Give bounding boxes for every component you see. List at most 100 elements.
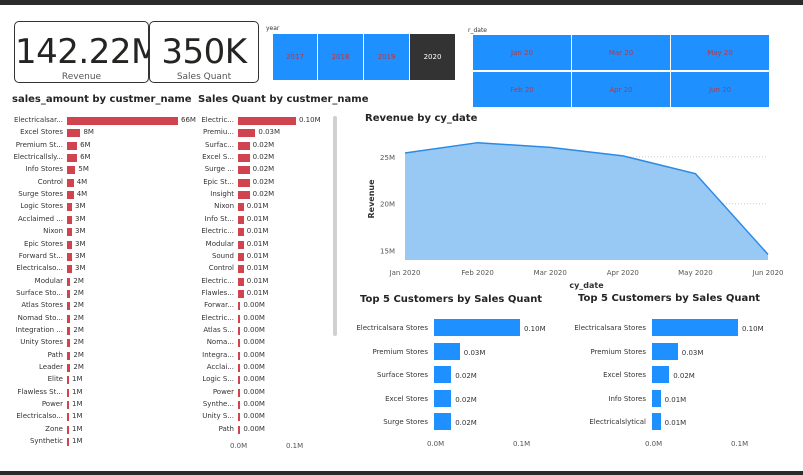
bar [238, 166, 250, 175]
bar-label: Logic S... [202, 375, 234, 384]
bar-label: Surfac... [204, 140, 234, 149]
bar [67, 339, 71, 348]
bar [67, 388, 69, 397]
bar [67, 252, 73, 261]
bar-label: Forwar... [204, 301, 234, 310]
bar-label: Nixon [214, 202, 234, 211]
x-axis-label: cy_date [569, 281, 604, 290]
bar-label: Power [212, 387, 234, 396]
bar-label: Epic Stores [23, 239, 63, 248]
bar-label: Info Stores [25, 165, 63, 174]
x-tick: Mar 2020 [534, 269, 567, 277]
bar-value: 3M [75, 227, 86, 236]
category-label: Electricalslytical [589, 418, 646, 426]
bar-value: 0.02M [455, 395, 477, 404]
bar [238, 401, 241, 410]
date-slicer-title: r_date [468, 27, 487, 34]
x-tick: 0.0M [645, 440, 663, 448]
bar [67, 302, 71, 311]
year-option-2020[interactable]: 2020 [410, 34, 456, 80]
bar-value: 0.00M [243, 350, 265, 359]
date-option-feb20[interactable]: Feb 20 [472, 71, 572, 108]
category-label: Surge Stores [383, 418, 428, 426]
bar-label: Synthetic [29, 437, 63, 446]
category-label: Excel Stores [385, 394, 428, 403]
bar-value: 0.00M [243, 363, 265, 371]
y-tick: 20M [380, 201, 395, 209]
x-tick: 0.0M [427, 440, 445, 448]
bar [67, 191, 74, 200]
bar [238, 364, 241, 372]
bar-value: 3M [75, 214, 86, 223]
bar-value: 1M [72, 387, 83, 396]
bar [238, 117, 296, 125]
bar-label: Electric... [201, 227, 234, 236]
bar-label: Integration ... [15, 325, 63, 334]
date-option-may20[interactable]: May 20 [670, 34, 770, 71]
bar [67, 326, 71, 335]
bar-label: Unity S... [202, 412, 234, 421]
bar-label: Zone [45, 424, 63, 433]
bar [238, 129, 256, 138]
year-option-2017[interactable]: 2017 [273, 34, 318, 80]
category-label: Surface Stores [376, 371, 428, 379]
revenue-chart-title: Revenue by cy_date [365, 113, 478, 124]
bar-value: 0.10M [524, 325, 546, 333]
bar [238, 141, 250, 150]
bar-value: 0.00M [243, 338, 265, 347]
bar [238, 339, 241, 348]
sales-quant-scrollbar[interactable] [333, 116, 337, 336]
revenue-area-chart: 25M 20M 15M Jan 2020 Feb 2020 Mar 2020 Apr 202… [367, 141, 783, 290]
bar-label: Acclaimed ... [17, 214, 63, 223]
sales-amount-chart: Electricalsar... 66M Excel Stores 8M Premium… [0, 110, 200, 460]
date-option-jan20[interactable]: Jan 20 [472, 34, 572, 71]
bar [67, 265, 73, 274]
category-label: Excel Stores [603, 371, 646, 379]
bar-label: Electricalsar... [13, 116, 63, 124]
x-tick: 0.1M [286, 442, 304, 450]
bar [67, 289, 71, 298]
bar-label: Power [41, 400, 63, 409]
date-option-jun20[interactable]: Jun 20 [670, 71, 770, 108]
bar-value: 0.01M [664, 395, 687, 404]
bar [67, 240, 73, 249]
bar [238, 314, 241, 323]
year-option-2018[interactable]: 2018 [318, 34, 364, 80]
bar [238, 388, 241, 397]
bar-value: 3M [75, 202, 86, 211]
bar-label: Forward St... [18, 251, 63, 260]
bar-label: Electric... [201, 276, 234, 285]
bar-value: 0.01M [246, 202, 269, 211]
bar [67, 351, 71, 360]
bar [67, 117, 178, 125]
bar-label: Integra... [202, 350, 234, 359]
bar [652, 413, 661, 430]
bar-value: 66M [181, 116, 196, 124]
bar-value: 6M [80, 140, 91, 149]
bar-value: 2M [73, 313, 84, 322]
bar [67, 129, 81, 138]
year-option-2019[interactable]: 2019 [364, 34, 410, 80]
bar-value: 0.01M [246, 227, 269, 236]
bar-label: Synthe... [202, 400, 234, 409]
date-option-mar20[interactable]: Mar 20 [571, 34, 671, 71]
bar [67, 438, 69, 447]
bar-value: 0.00M [243, 325, 265, 334]
sales-quant-label: Sales Quant [176, 72, 232, 82]
sales-quant-title: Sales Quant by custmer_name [198, 94, 369, 105]
date-option-apr20[interactable]: Apr 20 [571, 71, 671, 108]
x-tick: 0.1M [731, 440, 749, 448]
revenue-card: 142.22M Revenue [14, 21, 160, 83]
bar-label: Control [37, 177, 63, 186]
date-slicer: Jan 20 Mar 20 May 20 Feb 20 Apr 20 Jun 2… [472, 34, 770, 108]
bar-value: 2M [73, 325, 84, 334]
bar-value: 0.00M [243, 375, 265, 384]
bar [67, 215, 73, 224]
bar-value: 0.03M [463, 348, 486, 357]
bar-label: Electricallsly... [13, 153, 63, 162]
bar [67, 314, 71, 323]
bar-value: 2M [73, 338, 84, 347]
bar-label: Modular [205, 239, 234, 248]
bar-value: 0.02M [252, 153, 275, 162]
bar [238, 289, 244, 298]
